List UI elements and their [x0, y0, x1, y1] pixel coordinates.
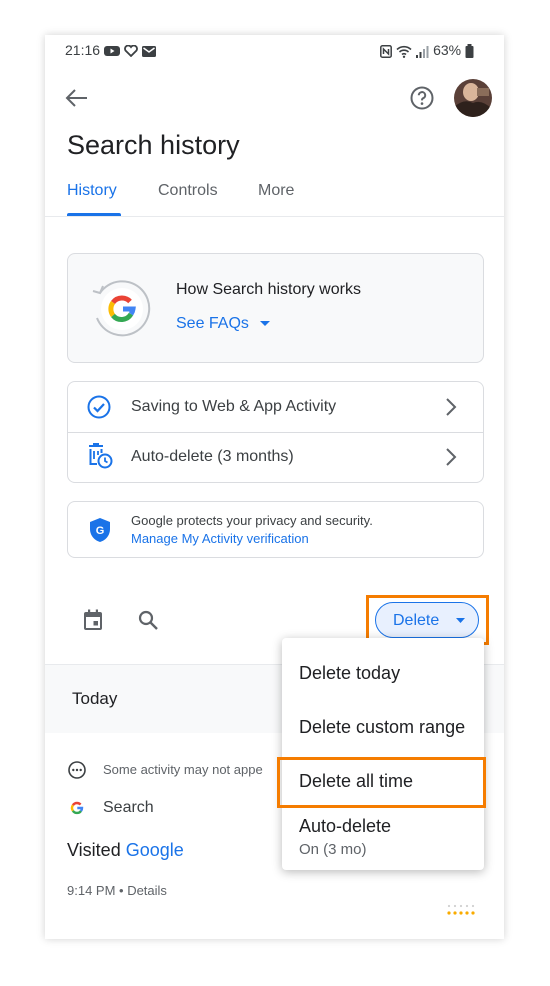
heart-icon [123, 45, 138, 58]
more-horizontal-icon [68, 761, 86, 779]
youtube-icon [103, 46, 120, 57]
auto-delete-sub: On (3 mo) [299, 841, 367, 858]
menu-item-delete-today[interactable]: Delete today [299, 663, 400, 684]
activity-notice: Some activity may not appe [103, 762, 263, 777]
visited-prefix: Visited [67, 840, 121, 860]
battery-percent: 63% [433, 42, 462, 58]
status-bar-right: 63% [380, 42, 474, 59]
nfc-icon [380, 44, 393, 58]
today-label: Today [72, 689, 118, 708]
auto-delete-icon [89, 443, 113, 469]
visited-link[interactable]: Google [126, 840, 184, 860]
privacy-card: G Google protects your privacy and secur… [67, 501, 484, 558]
shield-icon: G [90, 518, 110, 542]
google-logo-icon [70, 801, 84, 815]
web-app-activity-row[interactable]: Saving to Web & App Activity [68, 382, 483, 432]
tabs-divider [45, 216, 504, 217]
chevron-right-icon [446, 398, 457, 416]
search-icon[interactable] [138, 610, 158, 630]
manage-verification-link[interactable]: Manage My Activity verification [131, 531, 309, 546]
faq-card-title: How Search history works [176, 281, 361, 298]
caret-down-icon [260, 321, 271, 327]
chevron-right-icon [446, 448, 457, 466]
see-faqs-link[interactable]: See FAQs [176, 315, 271, 333]
delete-menu: Delete today Delete custom range Delete … [282, 638, 484, 870]
tab-history[interactable]: History [67, 182, 117, 200]
activity-product: Search [103, 799, 154, 816]
status-bar-left: 21:16 [65, 42, 156, 58]
wifi-icon [396, 45, 412, 58]
rating-stars-icon [447, 904, 475, 915]
menu-item-auto-delete[interactable]: Auto-delete [299, 816, 391, 837]
dropdown-arrow-icon [456, 618, 465, 623]
visited-line: Visited Google [67, 840, 184, 861]
signal-icon [416, 45, 429, 58]
delete-button-label: Delete [393, 612, 440, 629]
avatar[interactable] [454, 79, 492, 117]
delete-button[interactable]: Delete [375, 602, 479, 638]
calendar-icon[interactable] [83, 609, 103, 631]
page-title: Search history [67, 130, 240, 160]
check-circle-icon [87, 395, 111, 419]
mail-icon [141, 45, 156, 57]
auto-delete-label: Auto-delete (3 months) [131, 448, 294, 465]
auto-delete-row[interactable]: Auto-delete (3 months) [68, 433, 483, 482]
activity-settings-card: Saving to Web & App Activity Auto-delete… [67, 381, 484, 483]
svg-text:G: G [96, 525, 105, 537]
web-app-activity-label: Saving to Web & App Activity [131, 398, 337, 415]
delete-all-time-highlight [277, 757, 486, 808]
phone-screen: 21:16 63% Search history History Control… [45, 35, 504, 939]
privacy-text: Google protects your privacy and securit… [131, 513, 373, 528]
see-faqs-label: See FAQs [176, 315, 249, 332]
activity-meta[interactable]: 9:14 PM • Details [67, 883, 167, 898]
google-history-icon [92, 280, 151, 337]
status-time: 21:16 [65, 42, 101, 58]
help-icon[interactable] [410, 86, 434, 110]
menu-item-delete-custom-range[interactable]: Delete custom range [299, 717, 465, 738]
back-arrow-icon[interactable] [65, 87, 89, 109]
tab-controls[interactable]: Controls [158, 182, 218, 200]
how-it-works-card: How Search history works See FAQs [67, 253, 484, 363]
battery-icon [465, 44, 474, 59]
tab-more[interactable]: More [258, 182, 294, 200]
